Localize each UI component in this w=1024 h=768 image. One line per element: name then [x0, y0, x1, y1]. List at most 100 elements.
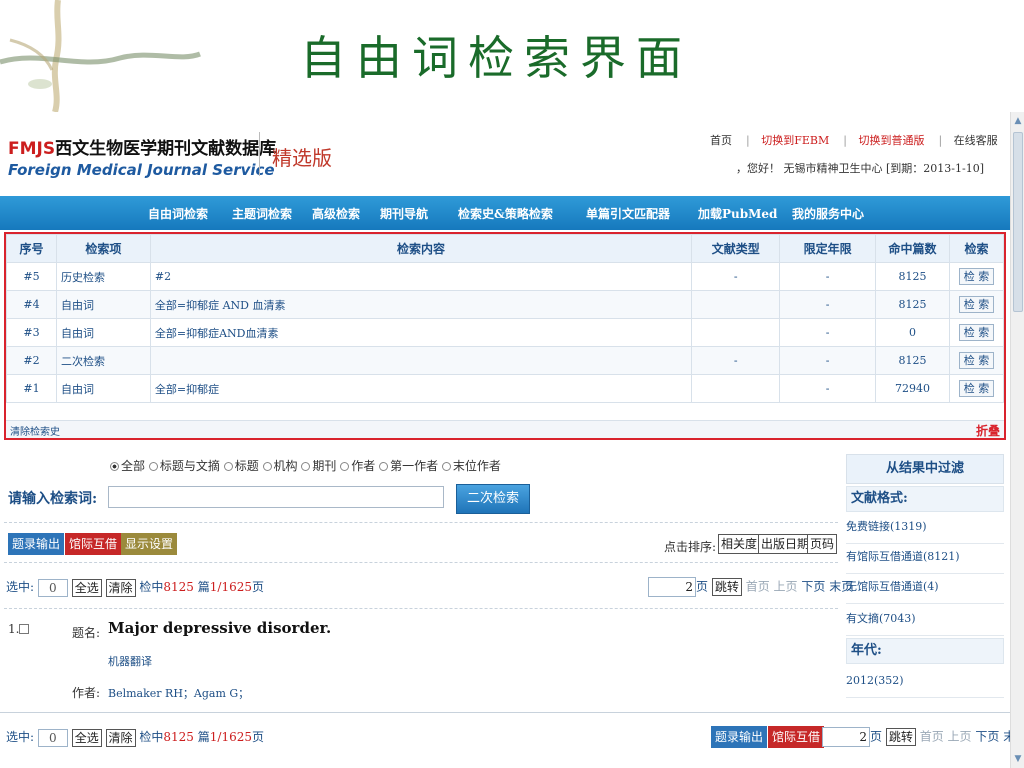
sort-label: 点击排序: [664, 540, 717, 554]
scope-option-title-abstract[interactable]: 标题与文摘 [148, 459, 220, 473]
nav-service-center[interactable]: 我的服务中心 [792, 205, 864, 222]
edition-label: 精选版 [272, 146, 332, 170]
cell-field: 自由词 [55, 374, 151, 403]
scope-option-author[interactable]: 作者 [340, 459, 375, 473]
logo-divider [259, 132, 260, 176]
selection-bar-bottom: 选中: 0 全选 清除 检中8125 篇1/1625页 [6, 728, 265, 747]
nav-subject-search[interactable]: 主题词检索 [232, 205, 292, 222]
vertical-scrollbar[interactable]: ▲ ▼ [1010, 112, 1024, 768]
fold-history-link[interactable]: 折叠 [976, 422, 1000, 439]
table-row: #2 二次检索 - - 8125 检 索 [6, 346, 1004, 375]
clear-selection-button[interactable]: 清除 [105, 578, 136, 597]
filter-free-link[interactable]: 免费链接(1319) [846, 514, 1004, 544]
nav-free-search[interactable]: 自由词检索 [148, 205, 208, 222]
cell-type: - [691, 346, 781, 375]
scope-option-last-author[interactable]: 末位作者 [441, 459, 501, 473]
clear-history-link[interactable]: 清除检索史 [10, 423, 60, 438]
cell-no: #3 [6, 318, 57, 347]
col-header: 限定年限 [779, 234, 877, 263]
site-header: FMJS西文生物医学期刊文献数据库 Foreign Medical Journa… [0, 112, 1010, 196]
search-scope-group: 全部 标题与文摘 标题 机构 期刊 作者 第一作者 末位作者 [110, 457, 501, 474]
scroll-thumb[interactable] [1013, 132, 1023, 312]
page-info: 1/1625 [209, 730, 253, 744]
export-button[interactable]: 题录输出 [8, 533, 65, 555]
logo-fmjs: FMJS [8, 139, 56, 159]
filter-year-2012[interactable]: 2012(352) [846, 668, 1004, 698]
machine-translate-link[interactable]: 机器翻译 [108, 653, 152, 669]
prev-page-link[interactable]: 上页 [948, 730, 972, 744]
prev-page-link[interactable]: 上页 [774, 580, 798, 594]
first-page-link[interactable]: 首页 [746, 580, 770, 594]
radio-icon [301, 462, 311, 471]
sort-relevance-button[interactable]: 相关度 [718, 534, 761, 554]
cell-no: #1 [6, 374, 57, 403]
select-all-button[interactable]: 全选 [71, 728, 102, 747]
scope-option-institution[interactable]: 机构 [262, 459, 298, 473]
cell-content: 全部=抑郁症 [149, 374, 693, 403]
radio-icon [262, 462, 272, 471]
history-search-button[interactable]: 检 索 [958, 352, 995, 369]
page-number-input[interactable]: 2 [822, 727, 870, 747]
history-search-button[interactable]: 检 索 [958, 296, 995, 313]
nav-advanced-search[interactable]: 高级检索 [312, 205, 360, 222]
radio-icon [223, 462, 233, 471]
cell-field: 二次检索 [55, 346, 151, 375]
clear-selection-button[interactable]: 清除 [105, 728, 136, 747]
slide-title: 自由词检索界面 [300, 31, 692, 85]
next-page-link[interactable]: 下页 [975, 730, 999, 744]
page-number-input[interactable]: 2 [648, 577, 696, 597]
record-checkbox[interactable] [19, 624, 30, 634]
divider [0, 712, 1010, 713]
filter-has-abstract[interactable]: 有文摘(7043) [846, 606, 1004, 636]
first-page-link[interactable]: 首页 [920, 730, 944, 744]
user-info: ，您好！ 无锡市精神卫生中心 [到期：2013-1-10] [736, 162, 984, 175]
sort-page-button[interactable]: 页码 [807, 534, 838, 554]
jump-button[interactable]: 跳转 [885, 728, 916, 746]
record-index: 1. [8, 622, 30, 636]
nav-history-strategy[interactable]: 检索史&策略检索 [458, 205, 553, 222]
record-authors[interactable]: Belmaker RH；Agam G； [108, 685, 249, 701]
scroll-up-icon[interactable]: ▲ [1013, 116, 1023, 126]
cell-hits: 0 [875, 318, 950, 347]
table-row: #1 自由词 全部=抑郁症 - 72940 检 索 [6, 374, 1004, 403]
nav-load-pubmed[interactable]: 加载PubMed [698, 205, 777, 222]
filter-header: 从结果中过滤 [846, 454, 1004, 484]
export-button-bottom[interactable]: 题录输出 [711, 726, 768, 748]
filter-ill-unavailable[interactable]: 无馆际互借通道(4) [846, 574, 1004, 604]
nav-citation-matcher[interactable]: 单篇引文匹配器 [586, 205, 670, 222]
link-switch-normal[interactable]: 切换到普通版 [858, 134, 924, 147]
site-logo[interactable]: FMJS西文生物医学期刊文献数据库 Foreign Medical Journa… [8, 134, 276, 179]
search-input[interactable] [108, 486, 444, 508]
nav-journal-browse[interactable]: 期刊导航 [380, 205, 428, 222]
filter-panel: 从结果中过滤 文献格式: 免费链接(1319) 有馆际互借通道(8121) 无馆… [846, 454, 1004, 704]
ill-button[interactable]: 馆际互借 [65, 533, 122, 555]
history-search-button[interactable]: 检 索 [958, 380, 995, 397]
record-title[interactable]: Major depressive disorder. [108, 619, 331, 637]
link-switch-febm[interactable]: 切换到FEBM [761, 134, 829, 147]
scope-option-all[interactable]: 全部 [110, 459, 145, 473]
scroll-down-icon[interactable]: ▼ [1013, 754, 1023, 764]
browser-viewport: FMJS西文生物医学期刊文献数据库 Foreign Medical Journa… [0, 112, 1024, 768]
link-home[interactable]: 首页 [710, 134, 732, 147]
scope-option-first-author[interactable]: 第一作者 [379, 459, 438, 473]
main-nav: 自由词检索 主题词检索 高级检索 期刊导航 检索史&策略检索 单篇引文匹配器 加… [0, 196, 1010, 230]
query-prompt-label: 请输入检索词: [8, 491, 98, 507]
history-search-button[interactable]: 检 索 [958, 324, 995, 341]
select-all-button[interactable]: 全选 [71, 578, 102, 597]
second-search-button[interactable]: 二次检索 [456, 484, 530, 514]
link-online-support[interactable]: 在线客服 [954, 134, 998, 147]
cell-content [149, 346, 693, 375]
page-info: 1/1625 [209, 580, 253, 594]
col-header: 文献类型 [691, 234, 781, 263]
history-search-button[interactable]: 检 索 [958, 268, 995, 285]
filter-ill-available[interactable]: 有馆际互借通道(8121) [846, 544, 1004, 574]
col-header: 检索 [949, 234, 1004, 263]
next-page-link[interactable]: 下页 [801, 580, 825, 594]
cell-type [691, 318, 781, 347]
sort-date-button[interactable]: 出版日期 [758, 534, 813, 554]
jump-button[interactable]: 跳转 [711, 578, 742, 596]
scope-option-title[interactable]: 标题 [223, 459, 259, 473]
ill-button-bottom[interactable]: 馆际互借 [768, 726, 825, 748]
display-settings-button[interactable]: 显示设置 [121, 533, 178, 555]
scope-option-journal[interactable]: 期刊 [301, 459, 336, 473]
